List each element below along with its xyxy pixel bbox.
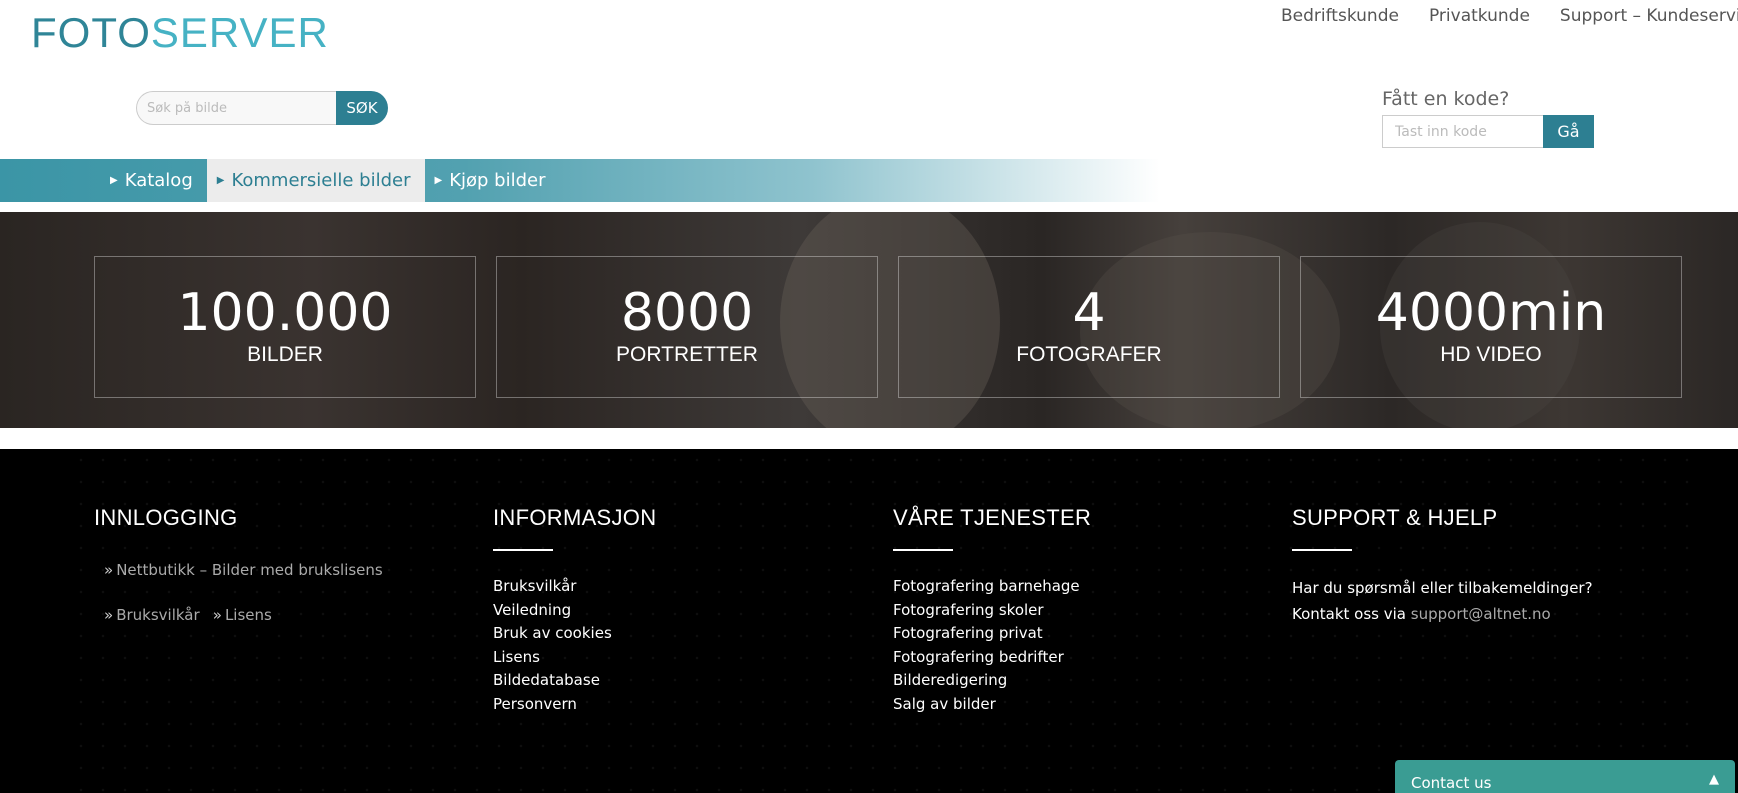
menu-item-katalog[interactable]: ▶ Katalog [100,159,207,202]
stat-label: FOTOGRAFER [1016,343,1162,366]
footer-link[interactable]: Bruk av cookies [493,622,656,646]
footer-col-tjenester: VÅRE TJENESTER Fotografering barnehage F… [893,505,1091,716]
chevron-up-icon: ▲ [1709,772,1719,787]
contact-us-label: Contact us [1411,774,1492,792]
footer-heading: INFORMASJON [493,505,657,530]
nav-support[interactable]: Support – Kundeservice [1560,6,1738,26]
search-input[interactable] [136,91,336,125]
footer-heading: VÅRE TJENESTER [893,505,1092,530]
double-chevron-right-icon: » [104,606,114,624]
stat-label: HD VIDEO [1440,343,1542,366]
double-chevron-right-icon: » [104,561,114,579]
code-label: Fått en kode? [1382,88,1510,110]
code-submit-button[interactable]: Gå [1543,115,1594,148]
triangle-right-icon: ▶ [434,175,443,186]
code-input[interactable] [1382,115,1543,148]
nav-bedriftskunde[interactable]: Bedriftskunde [1281,6,1399,26]
footer-link[interactable]: Fotografering privat [893,622,1091,646]
stat-number: 8000 [620,283,754,343]
link-label: Nettbutikk – Bilder med brukslisens [116,561,383,579]
footer-col-support: SUPPORT & HJELP Har du spørsmål eller ti… [1292,505,1593,627]
footer-link[interactable]: Bruksvilkår [493,575,656,599]
code-form: Fått en kode? Gå [1382,88,1594,148]
menu-item-label: Kjøp bilder [449,170,546,191]
search-button[interactable]: SØK [336,91,388,125]
heading-underline [1292,549,1352,551]
stat-box-bilder: 100.000 BILDER [94,256,476,398]
footer-link[interactable]: Bildedatabase [493,669,656,693]
link-label: Bruksvilkår [116,606,200,624]
heading-underline [493,549,553,551]
footer-link[interactable]: Fotografering barnehage [893,575,1091,599]
footer-col-login: INNLOGGING » Nettbutikk – Bilder med bruk… [94,505,383,624]
footer-link[interactable]: Bilderedigering [893,669,1091,693]
stat-box-hd-video: 4000min HD VIDEO [1300,256,1682,398]
footer-link[interactable]: Salg av bilder [893,693,1091,717]
main-menu: ▶ Katalog ▶ Kommersielle bilder ▶ Kjøp bild… [0,159,1160,202]
footer-link-lisens[interactable]: » Lisens [213,606,272,624]
link-label: Lisens [224,606,272,624]
support-contact-prefix: Kontakt oss via [1292,605,1406,623]
footer-link[interactable]: Fotografering bedrifter [893,646,1091,670]
footer-link[interactable]: Lisens [493,646,656,670]
logo[interactable]: FOTOSERVER [31,10,329,56]
top-navigation: Bedriftskunde Privatkunde Support – Kund… [1281,6,1738,26]
footer-link-bruksvilkar[interactable]: » Bruksvilkår [104,606,200,624]
support-email-link[interactable]: support@altnet.no [1411,605,1551,623]
footer-link-nettbutikk[interactable]: » Nettbutikk – Bilder med brukslisens [104,561,383,579]
footer-col-informasjon: INFORMASJON Bruksvilkår Veiledning Bruk … [493,505,656,716]
footer-link[interactable]: Fotografering skoler [893,599,1091,623]
footer-link[interactable]: Personvern [493,693,656,717]
double-chevron-right-icon: » [212,606,222,624]
footer-heading: INNLOGGING [94,505,238,530]
search-form: SØK [136,91,388,125]
footer-heading: SUPPORT & HJELP [1292,505,1498,530]
logo-part-foto: FOTO [31,9,151,56]
stat-label: PORTRETTER [616,343,758,366]
triangle-right-icon: ▶ [110,175,118,186]
support-question: Har du spørsmål eller tilbakemeldinger? [1292,579,1593,597]
stat-box-fotografer: 4 FOTOGRAFER [898,256,1280,398]
triangle-right-icon: ▶ [216,175,225,186]
menu-item-kjop-bilder[interactable]: ▶ Kjøp bilder [425,159,560,202]
stat-label: BILDER [247,343,323,366]
nav-privatkunde[interactable]: Privatkunde [1429,6,1530,26]
stat-box-portretter: 8000 PORTRETTER [496,256,878,398]
stat-number: 4 [1072,283,1106,343]
footer: INNLOGGING » Nettbutikk – Bilder med bruk… [0,449,1738,793]
menu-item-label: Kommersielle bilder [231,170,411,191]
logo-part-server: SERVER [150,9,329,56]
footer-link[interactable]: Veiledning [493,599,656,623]
stat-number: 100.000 [177,283,393,343]
contact-us-widget[interactable]: Contact us ▲ [1395,760,1735,793]
heading-underline [893,549,953,551]
menu-item-kommersielle-bilder[interactable]: ▶ Kommersielle bilder [206,159,425,202]
stat-number: 4000min [1375,283,1607,343]
menu-item-label: Katalog [124,170,193,191]
hero-banner: 100.000 BILDER 8000 PORTRETTER 4 FOTOGRA… [0,212,1738,428]
